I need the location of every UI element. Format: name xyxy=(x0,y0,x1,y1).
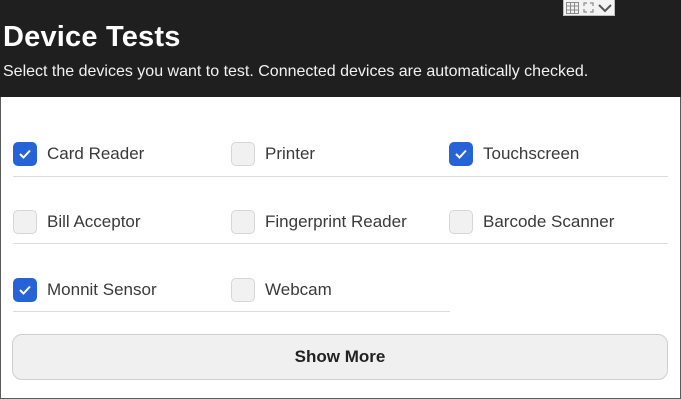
device-label: Monnit Sensor xyxy=(47,280,157,299)
checkbox[interactable] xyxy=(231,278,255,302)
expand-icon[interactable] xyxy=(583,2,594,13)
device-fingerprint-reader[interactable]: Fingerprint Reader xyxy=(231,207,407,237)
device-label: Touchscreen xyxy=(483,144,580,163)
checkbox[interactable] xyxy=(449,210,473,234)
row-divider xyxy=(13,311,450,312)
device-label: Printer xyxy=(265,144,316,163)
device-label: Fingerprint Reader xyxy=(265,212,407,231)
device-label: Webcam xyxy=(265,280,332,299)
row-divider xyxy=(13,176,668,177)
row-divider xyxy=(13,243,668,244)
device-label: Bill Acceptor xyxy=(47,212,141,231)
checkbox[interactable] xyxy=(231,210,255,234)
grid-icon[interactable] xyxy=(566,1,579,14)
device-webcam[interactable]: Webcam xyxy=(231,275,332,305)
device-label: Barcode Scanner xyxy=(483,212,615,231)
show-more-button[interactable]: Show More xyxy=(12,334,668,380)
device-bill-acceptor[interactable]: Bill Acceptor xyxy=(13,207,141,237)
checkbox[interactable] xyxy=(231,142,255,166)
device-touchscreen[interactable]: Touchscreen xyxy=(449,139,579,169)
page-subtitle: Select the devices you want to test. Con… xyxy=(3,63,589,80)
window-controls xyxy=(563,0,615,16)
chevron-down-icon[interactable] xyxy=(598,3,612,13)
checkbox[interactable] xyxy=(13,142,37,166)
checkbox[interactable] xyxy=(449,142,473,166)
device-monnit-sensor[interactable]: Monnit Sensor xyxy=(13,275,157,305)
checkbox[interactable] xyxy=(13,210,37,234)
device-printer[interactable]: Printer xyxy=(231,139,315,169)
device-label: Card Reader xyxy=(47,144,145,163)
checkbox[interactable] xyxy=(13,278,37,302)
page-title: Device Tests xyxy=(3,21,181,53)
page-header: Device Tests Select the devices you want… xyxy=(0,0,681,97)
device-card-reader[interactable]: Card Reader xyxy=(13,139,144,169)
device-barcode-scanner[interactable]: Barcode Scanner xyxy=(449,207,614,237)
